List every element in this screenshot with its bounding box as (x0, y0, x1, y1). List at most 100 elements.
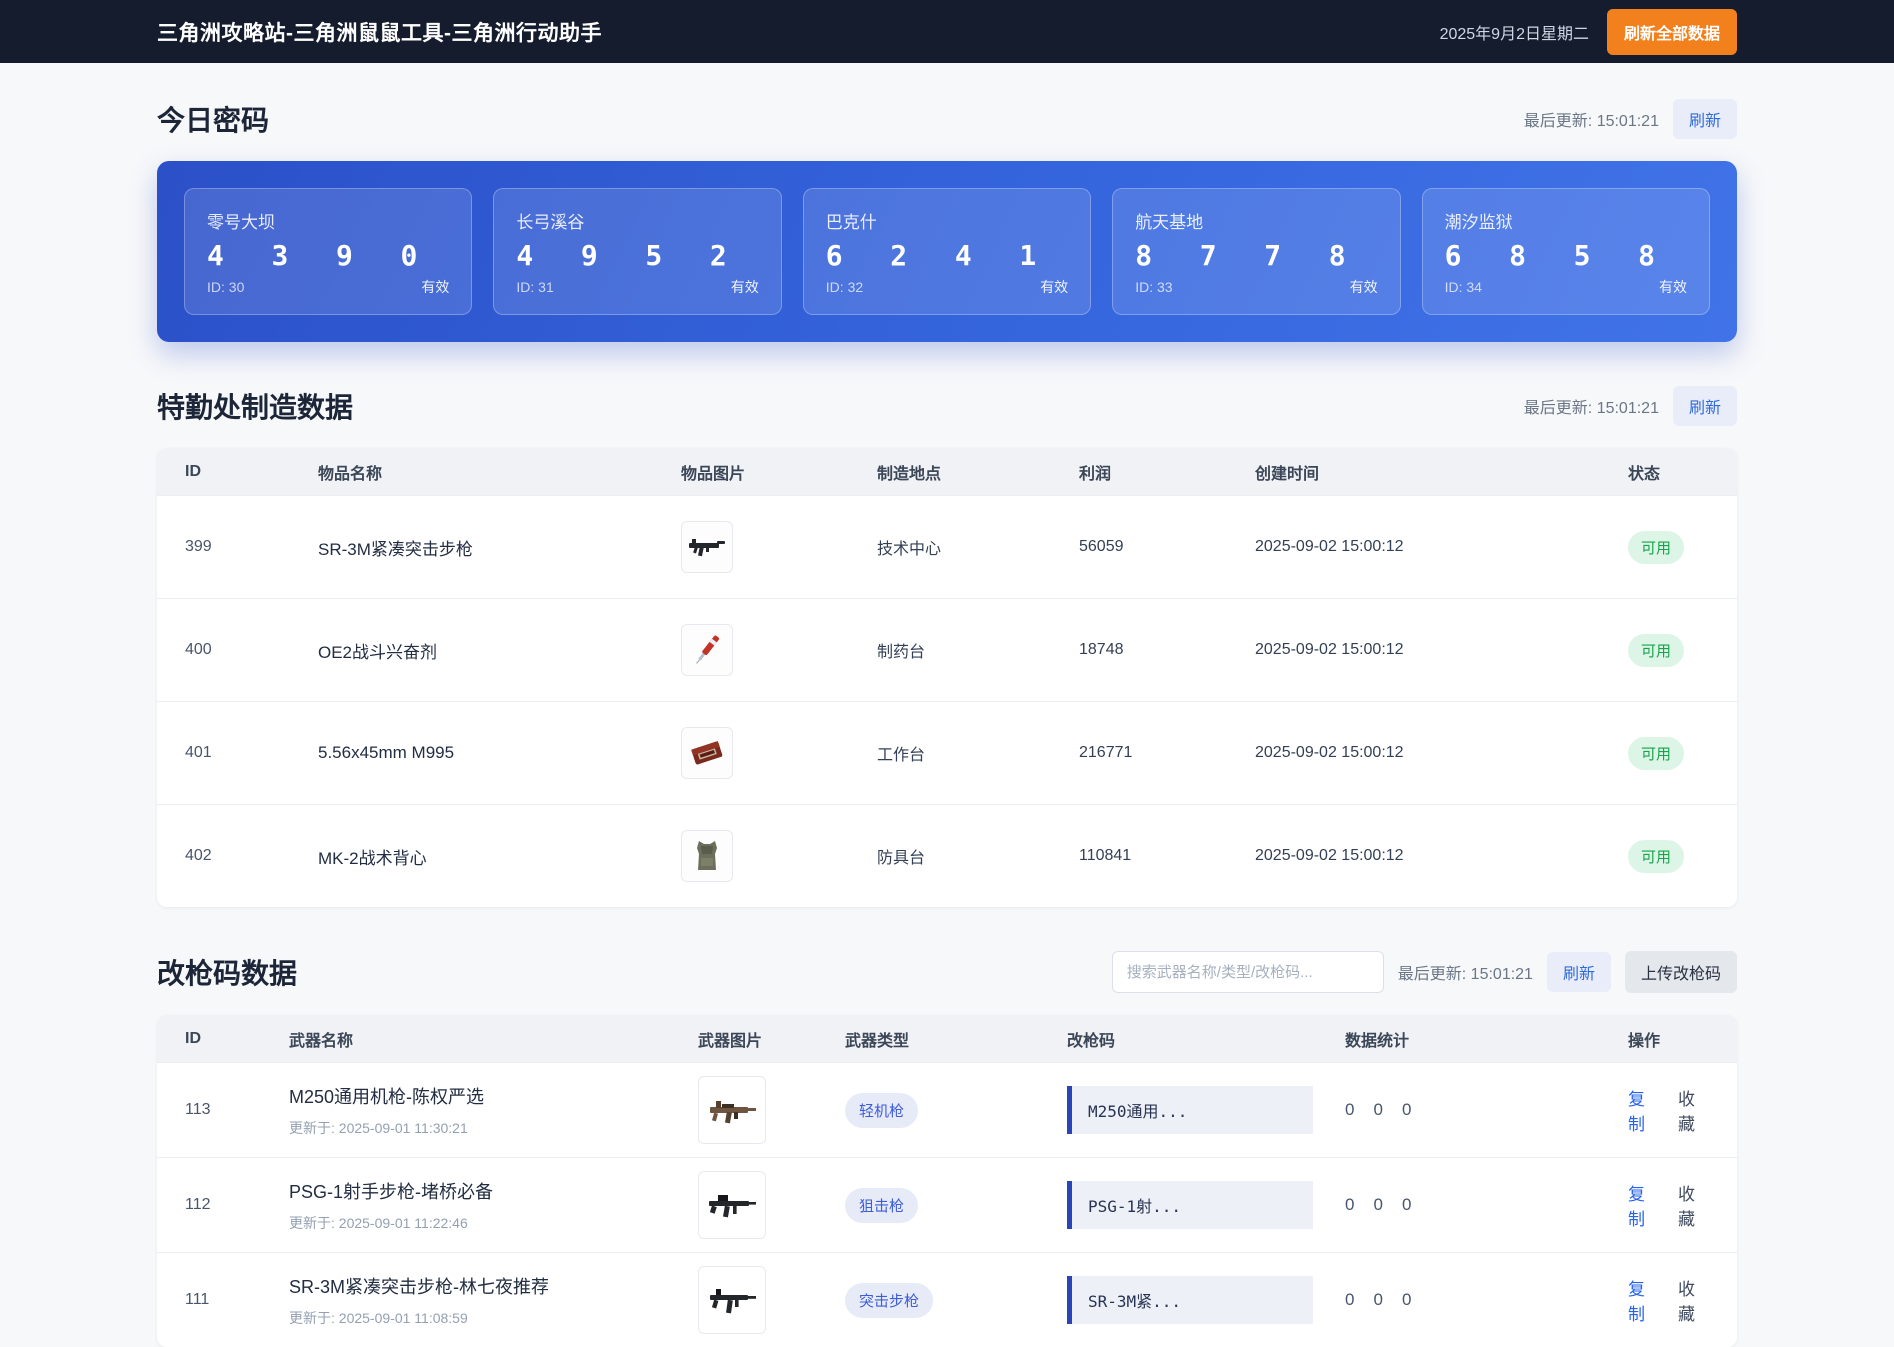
favorite-link[interactable]: 收藏 (1678, 1180, 1709, 1230)
map-name: 巴克什 (825, 213, 877, 232)
status-badge: 可用 (1628, 633, 1685, 667)
craft-place: 工作台 (877, 747, 926, 764)
password-section-header: 今日密码 最后更新: 15:01:21 刷新 (157, 99, 1737, 139)
weapon-type-badge: 狙击枪 (845, 1187, 919, 1223)
password-status: 有效 (730, 279, 759, 295)
weapon-id: 112 (185, 1196, 211, 1213)
mod-table: ID 武器名称 武器图片 武器类型 改枪码 数据统计 操作 113 M250通用… (157, 1015, 1737, 1347)
col-stats: 数据统计 (1345, 1032, 1410, 1050)
refresh-all-button[interactable]: 刷新全部数据 (1606, 8, 1737, 55)
stat-value: 0 (1401, 1290, 1412, 1309)
craft-table-header: ID 物品名称 物品图片 制造地点 利润 创建时间 状态 (157, 448, 1737, 495)
table-row: 400 OE2战斗兴奋剂 制药台 18748 2025-09-02 15:00:… (157, 598, 1737, 701)
password-code: 8 7 7 8 (1135, 238, 1361, 272)
password-card-space-base[interactable]: 航天基地 8 7 7 8 ID: 33 有效 (1112, 188, 1401, 315)
table-row: 399 SR-3M紧凑突击步枪 技术中心 56059 2025-09-02 15… (157, 495, 1737, 598)
password-status: 有效 (421, 279, 450, 295)
weapon-stats: 0 0 0 (1345, 1100, 1596, 1120)
map-name: 长弓溪谷 (516, 213, 585, 232)
favorite-link[interactable]: 收藏 (1678, 1085, 1709, 1135)
password-section-title: 今日密码 (157, 105, 270, 136)
password-id: ID: 34 (1444, 279, 1482, 295)
status-badge: 可用 (1628, 839, 1685, 873)
copy-link[interactable]: 复制 (1628, 1085, 1659, 1135)
password-id: ID: 31 (516, 279, 554, 295)
password-card-dam[interactable]: 零号大坝 4 3 9 0 ID: 30 有效 (184, 188, 473, 315)
password-id: ID: 32 (825, 279, 864, 295)
mod-refresh-button[interactable]: 刷新 (1546, 952, 1611, 992)
item-name: SR-3M紧凑突击步枪 (318, 539, 473, 559)
col-actions: 操作 (1628, 1032, 1661, 1050)
gun-code-box[interactable]: M250通用... (1067, 1086, 1313, 1134)
craft-created: 2025-09-02 15:00:12 (1255, 847, 1404, 864)
password-status: 有效 (1658, 279, 1687, 295)
gun-code-box[interactable]: SR-3M紧... (1067, 1276, 1313, 1324)
password-refresh-button[interactable]: 刷新 (1672, 99, 1737, 139)
site-title: 三角洲攻略站-三角洲鼠鼠工具-三角洲行动助手 (157, 21, 602, 45)
stat-value: 0 (1345, 1195, 1355, 1214)
map-name: 潮汐监狱 (1444, 213, 1513, 232)
password-code: 4 9 5 2 (516, 238, 743, 272)
password-panel: 零号大坝 4 3 9 0 ID: 30 有效 长弓溪谷 4 9 5 2 ID: … (157, 161, 1737, 342)
upload-gun-code-button[interactable]: 上传改枪码 (1624, 951, 1737, 993)
stat-value: 0 (1373, 1195, 1383, 1214)
col-weapon-name: 武器名称 (289, 1032, 354, 1050)
weapon-name: PSG-1射手步枪-堵桥必备 (289, 1181, 494, 1202)
assault-rifle-image (698, 1266, 766, 1334)
table-row: 111 SR-3M紧凑突击步枪-林七夜推荐 更新于: 2025-09-01 11… (157, 1252, 1737, 1347)
weapon-updated: 更新于: 2025-09-01 11:22:46 (289, 1214, 468, 1231)
password-card-valley[interactable]: 长弓溪谷 4 9 5 2 ID: 31 有效 (493, 188, 782, 315)
mod-table-header: ID 武器名称 武器图片 武器类型 改枪码 数据统计 操作 (157, 1015, 1737, 1062)
weapon-stats: 0 0 0 (1345, 1195, 1596, 1215)
col-id: ID (185, 462, 201, 480)
mod-section-header: 改枪码数据 最后更新: 15:01:21 刷新 上传改枪码 (157, 951, 1737, 993)
col-weapon-image: 武器图片 (698, 1032, 763, 1050)
copy-link[interactable]: 复制 (1628, 1180, 1659, 1230)
item-name: 5.56x45mm M995 (318, 743, 455, 762)
item-name: OE2战斗兴奋剂 (318, 642, 438, 662)
top-navbar: 三角洲攻略站-三角洲鼠鼠工具-三角洲行动助手 2025年9月2日星期二 刷新全部… (0, 0, 1894, 63)
password-code: 4 3 9 0 (207, 238, 433, 272)
craft-profit: 110841 (1079, 847, 1132, 864)
weapon-updated: 更新于: 2025-09-01 11:30:21 (289, 1119, 468, 1136)
col-profit: 利润 (1079, 465, 1112, 483)
weapon-type-badge: 突击步枪 (845, 1282, 934, 1318)
craft-created: 2025-09-02 15:00:12 (1255, 744, 1404, 761)
craft-section-title: 特勤处制造数据 (157, 392, 354, 423)
weapon-name: SR-3M紧凑突击步枪-林七夜推荐 (289, 1276, 549, 1297)
gun-code-box[interactable]: PSG-1射... (1067, 1181, 1313, 1229)
item-name: MK-2战术背心 (318, 848, 427, 868)
vest-item-image (681, 830, 733, 882)
weapon-name: M250通用机枪-陈权严选 (289, 1086, 485, 1107)
password-id: ID: 33 (1135, 279, 1173, 295)
stat-value: 0 (1401, 1100, 1412, 1119)
craft-last-update: 最后更新: 15:01:21 (1523, 400, 1659, 417)
col-gun-code: 改枪码 (1067, 1032, 1116, 1050)
col-item-name: 物品名称 (318, 465, 383, 483)
craft-refresh-button[interactable]: 刷新 (1672, 386, 1737, 426)
item-id: 402 (185, 847, 212, 864)
col-created: 创建时间 (1255, 465, 1320, 483)
rifle-item-image (681, 521, 733, 573)
weapon-updated: 更新于: 2025-09-01 11:08:59 (289, 1309, 468, 1326)
stat-value: 0 (1345, 1290, 1355, 1309)
password-status: 有效 (1040, 279, 1069, 295)
status-badge: 可用 (1628, 530, 1685, 564)
ammo-item-image (681, 727, 733, 779)
password-card-tide-prison[interactable]: 潮汐监狱 6 8 5 8 ID: 34 有效 (1421, 188, 1710, 315)
craft-place: 制药台 (877, 644, 926, 661)
craft-profit: 18748 (1079, 641, 1124, 658)
weapon-type-badge: 轻机枪 (845, 1092, 919, 1128)
weapon-id: 113 (185, 1101, 211, 1118)
mod-section-title: 改枪码数据 (157, 958, 298, 989)
password-card-bakshi[interactable]: 巴克什 6 2 4 1 ID: 32 有效 (802, 188, 1092, 315)
stat-value: 0 (1373, 1290, 1383, 1309)
stim-item-image (681, 624, 733, 676)
weapon-id: 111 (185, 1291, 210, 1308)
weapon-stats: 0 0 0 (1345, 1290, 1596, 1310)
stat-value: 0 (1373, 1100, 1383, 1119)
craft-table: ID 物品名称 物品图片 制造地点 利润 创建时间 状态 399 SR-3M紧凑… (157, 448, 1737, 907)
craft-created: 2025-09-02 15:00:12 (1255, 538, 1404, 555)
search-input[interactable] (1111, 951, 1384, 993)
map-name: 零号大坝 (207, 213, 275, 232)
